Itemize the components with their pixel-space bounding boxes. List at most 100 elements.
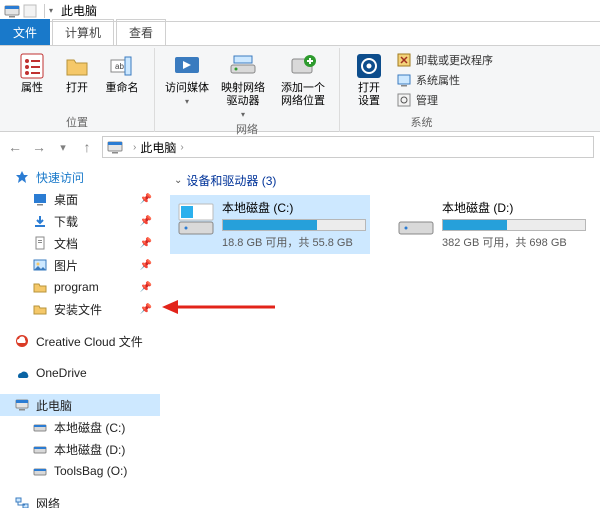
sidebar-item-label: ToolsBag (O:) (54, 464, 127, 478)
drive-name: 本地磁盘 (C:) (222, 199, 366, 216)
button-label: 映射网络 驱动器 (221, 82, 265, 108)
drive-list: 本地磁盘 (C:) 18.8 GB 可用，共 55.8 GB 本地磁盘 (D:)… (170, 195, 590, 254)
open-settings-button[interactable]: 打开 设置 (348, 50, 390, 108)
sidebar-item-drive-c[interactable]: 本地磁盘 (C:) (0, 416, 160, 438)
sidebar-item-install[interactable]: 安装文件 📌 (0, 298, 160, 320)
folder-icon (32, 279, 48, 295)
group-label: 系统 (346, 114, 497, 132)
breadcrumb-segment[interactable]: 此电脑 (140, 139, 176, 156)
onedrive-icon (14, 365, 30, 381)
star-icon (14, 169, 30, 185)
system-props-icon (396, 72, 412, 88)
tab-computer[interactable]: 计算机 (52, 19, 114, 45)
button-label: 卸载或更改程序 (416, 52, 493, 68)
annotation-arrow (160, 292, 280, 322)
sidebar-item-onedrive[interactable]: OneDrive (0, 362, 160, 384)
sidebar-item-label: 网络 (36, 495, 60, 508)
pin-icon: 📌 (140, 194, 152, 205)
sidebar-item-pictures[interactable]: 图片 📌 (0, 254, 160, 276)
sidebar-item-label: OneDrive (36, 366, 87, 380)
properties-button[interactable]: 属性 (8, 50, 56, 95)
chevron-right-icon[interactable]: › (133, 142, 136, 153)
ribbon-group-network: 访问媒体 ▾ 映射网络 驱动器 ▾ 添加一个 网络位置 网络 (159, 48, 340, 132)
folder-icon (32, 301, 48, 317)
drive-item-d[interactable]: 本地磁盘 (D:) 382 GB 可用，共 698 GB (390, 195, 590, 254)
forward-button[interactable]: → (30, 139, 48, 155)
sidebar-item-drive-d[interactable]: 本地磁盘 (D:) (0, 438, 160, 460)
map-drive-button[interactable]: 映射网络 驱动器 ▾ (215, 50, 271, 121)
button-label: 打开 设置 (358, 82, 380, 108)
sidebar-item-downloads[interactable]: 下载 📌 (0, 210, 160, 232)
qat-separator (44, 4, 45, 18)
downloads-icon (32, 213, 48, 229)
rename-button[interactable]: ab 重命名 (98, 50, 146, 95)
sidebar-item-network[interactable]: 网络 (0, 492, 160, 508)
drive-free-text: 382 GB 可用，共 698 GB (442, 234, 586, 250)
drive-name: 本地磁盘 (D:) (442, 199, 586, 216)
section-title: 设备和驱动器 (3) (186, 172, 276, 189)
add-network-icon (287, 50, 319, 82)
up-button[interactable]: ↑ (78, 139, 96, 155)
sidebar-item-desktop[interactable]: 桌面 📌 (0, 188, 160, 210)
button-label: 打开 (66, 82, 88, 95)
tab-view[interactable]: 查看 (116, 19, 166, 45)
manage-icon (396, 92, 412, 108)
settings-icon (353, 50, 385, 82)
manage-button[interactable]: 管理 (392, 90, 497, 110)
uninstall-icon (396, 52, 412, 68)
ribbon-group-system: 打开 设置 卸载或更改程序 系统属性 管理 系统 (344, 48, 503, 132)
drive-icon (174, 199, 218, 239)
pin-icon: 📌 (140, 260, 152, 271)
sidebar-item-label: program (54, 280, 99, 294)
uninstall-button[interactable]: 卸载或更改程序 (392, 50, 497, 70)
map-drive-icon (227, 50, 259, 82)
rename-icon: ab (106, 50, 138, 82)
ribbon: 属性 打开 ab 重命名 位置 访问媒体 (0, 46, 600, 132)
open-button[interactable]: 打开 (60, 50, 94, 95)
chevron-down-icon: ▾ (185, 95, 189, 108)
sidebar-item-quickaccess[interactable]: 快速访问 (0, 166, 160, 188)
drive-icon (32, 463, 48, 479)
documents-icon (32, 235, 48, 251)
sidebar-item-program[interactable]: program 📌 (0, 276, 160, 298)
pin-icon: 📌 (140, 304, 152, 315)
sidebar-item-label: 图片 (54, 257, 78, 274)
system-props-button[interactable]: 系统属性 (392, 70, 497, 90)
main-area: 快速访问 桌面 📌 下载 📌 文档 📌 图片 📌 program 📌 (0, 162, 600, 508)
pictures-icon (32, 257, 48, 273)
recent-dropdown[interactable]: ▾ (54, 141, 72, 154)
back-button[interactable]: ← (6, 139, 24, 155)
sidebar-item-label: 文档 (54, 235, 78, 252)
sidebar-item-thispc[interactable]: 此电脑 (0, 394, 160, 416)
drive-usage-bar (222, 219, 366, 231)
drive-item-c[interactable]: 本地磁盘 (C:) 18.8 GB 可用，共 55.8 GB (170, 195, 370, 254)
ribbon-group-location: 属性 打开 ab 重命名 位置 (4, 48, 155, 132)
qat-placeholder-icon (22, 3, 38, 19)
pc-icon (4, 3, 20, 19)
sidebar-item-label: 本地磁盘 (C:) (54, 419, 125, 436)
access-media-button[interactable]: 访问媒体 ▾ (163, 50, 211, 108)
pin-icon: 📌 (140, 238, 152, 249)
tab-file[interactable]: 文件 (0, 19, 50, 45)
sidebar-item-label: 安装文件 (54, 301, 102, 318)
open-icon (61, 50, 93, 82)
section-header-devices[interactable]: ⌄ 设备和驱动器 (3) (170, 168, 590, 193)
svg-text:ab: ab (115, 62, 124, 71)
window-title: 此电脑 (61, 2, 97, 19)
ribbon-tabs: 文件 计算机 查看 (0, 22, 600, 46)
qat-dropdown-icon[interactable]: ▾ (49, 6, 53, 15)
drive-usage-bar (442, 219, 586, 231)
chevron-down-icon: ▾ (241, 108, 245, 121)
chevron-right-icon[interactable]: › (180, 142, 183, 153)
sidebar-item-creativecloud[interactable]: Creative Cloud 文件 (0, 330, 160, 352)
button-label: 属性 (21, 82, 43, 95)
properties-icon (16, 50, 48, 82)
button-label: 访问媒体 (165, 82, 209, 95)
address-bar[interactable]: › 此电脑 › (102, 136, 594, 158)
drive-icon (32, 441, 48, 457)
add-netloc-button[interactable]: 添加一个 网络位置 (275, 50, 331, 108)
media-icon (171, 50, 203, 82)
sidebar-item-documents[interactable]: 文档 📌 (0, 232, 160, 254)
group-label: 位置 (6, 114, 148, 132)
sidebar-item-drive-o[interactable]: ToolsBag (O:) (0, 460, 160, 482)
